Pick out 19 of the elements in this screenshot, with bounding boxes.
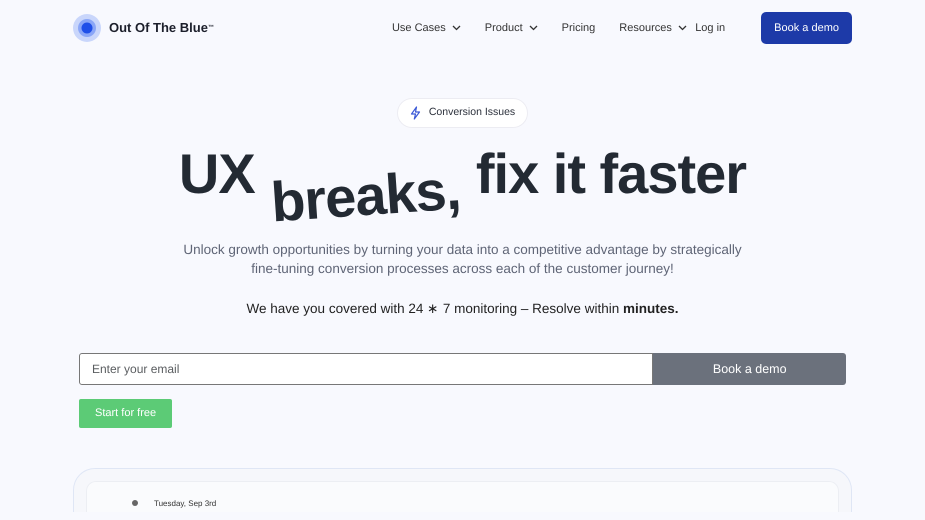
lightning-icon: [410, 106, 421, 120]
login-link[interactable]: Log in: [695, 20, 726, 36]
book-demo-button[interactable]: Book a demo: [761, 12, 852, 44]
brand-name[interactable]: Out Of The Blue$^{™}$: [109, 18, 214, 38]
intro-paragraph: Unlock growth opportunities by turning your data into a competitive advantage by strategically fine-tuning conversion processes across each of the customer journey!: [182, 240, 742, 278]
promise-text: We have you covered with 24 ∗ 7 monitoring – Resolve within minutes.: [246, 300, 678, 318]
logo-icon[interactable]: [73, 14, 101, 42]
book-demo-button[interactable]: Book a demo: [653, 353, 846, 386]
nav-link[interactable]: Resources: [619, 20, 687, 36]
nav-link[interactable]: Pricing: [562, 20, 596, 36]
headline-word: UX: [178, 146, 255, 202]
headline-word: breaks,: [269, 161, 462, 230]
nav-link[interactable]: Use Cases: [392, 20, 461, 36]
email-field[interactable]: Enter your email: [79, 353, 654, 386]
nav-link[interactable]: Product: [484, 20, 538, 36]
date-label: Tuesday, Sep 3rd: [154, 500, 216, 508]
badge-label: Conversion Issues: [428, 105, 516, 120]
timeline-dot-icon: [132, 500, 138, 506]
headline-word: fix it faster: [476, 146, 746, 202]
